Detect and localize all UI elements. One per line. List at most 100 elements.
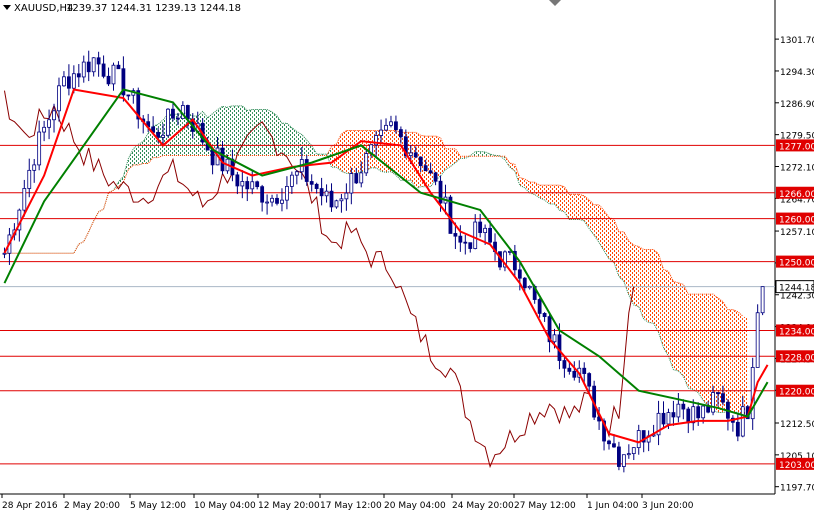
bull-candle (364, 153, 369, 174)
bull-candle (42, 126, 47, 133)
bear-candle (537, 299, 542, 314)
bull-candle (27, 169, 32, 189)
bear-candle (106, 75, 111, 85)
cloud-segment (668, 271, 674, 370)
cloud-segment (425, 136, 431, 187)
bull-candle (334, 200, 339, 208)
bull-candle (91, 57, 96, 73)
cloud-segment (509, 162, 515, 172)
bear-candle (275, 197, 279, 204)
cloud-segment (737, 311, 743, 416)
cloud-segment (727, 309, 733, 412)
bear-candle (394, 121, 398, 130)
cloud-segment (663, 269, 669, 357)
price-chart[interactable]: 1301.701294.301286.901279.501272.101264.… (0, 0, 814, 514)
bear-candle (587, 373, 592, 387)
cloud-segment (599, 204, 605, 251)
bull-candle (270, 197, 274, 203)
bull-candle (166, 108, 170, 136)
bear-candle (354, 173, 359, 184)
bull-candle (339, 198, 344, 202)
current-price-label: 1244.18 (779, 284, 814, 294)
time-tick-label: 20 May 04:00 (384, 501, 446, 511)
cloud-segment (673, 281, 679, 372)
bear-candle (488, 227, 492, 243)
cloud-segment (564, 186, 570, 220)
price-tick-label: 1301.70 (780, 36, 814, 46)
cloud-segment (742, 316, 748, 416)
bear-candle (418, 156, 423, 167)
cloud-segment (257, 109, 263, 156)
bear-candle (423, 165, 428, 172)
bear-candle (210, 149, 215, 166)
bull-candle (527, 285, 532, 289)
bear-candle (681, 403, 686, 410)
bear-candle (617, 446, 621, 467)
price-tick-label: 1212.50 (780, 420, 814, 430)
time-axis: 28 Apr 2016 2 May 20:00 5 May 12:00 10 May … (1, 494, 694, 511)
bear-candle (319, 188, 324, 197)
bear-candle (582, 367, 587, 374)
level-label: 1260.00 (779, 216, 814, 226)
bear-candle (562, 360, 567, 369)
cloud-segment (296, 131, 302, 156)
cloud-segment (93, 211, 99, 221)
bull-candle (344, 192, 349, 200)
cloud-segment (281, 123, 287, 156)
bear-candle (686, 408, 691, 424)
ohlc-label: 1239.37 1244.31 1239.13 1244.18 (66, 3, 241, 14)
cloud-segment (643, 249, 649, 323)
bull-candle (250, 181, 255, 190)
cloud-segment (688, 294, 694, 390)
cloud-segment (554, 185, 560, 211)
cloud-segment (128, 148, 134, 170)
bear-candle (735, 421, 740, 437)
cloud-segment (232, 105, 238, 156)
bear-candle (557, 334, 562, 361)
bull-candle (740, 406, 745, 437)
bear-candle (716, 392, 720, 395)
cloud-segment (609, 217, 614, 263)
bull-candle (265, 201, 269, 204)
bear-candle (468, 242, 473, 249)
chart-window: 1301.70 1294.30 1286.90 1279.50 1272.10 1264.… (0, 0, 814, 514)
time-tick-label: 17 May 12:00 (320, 501, 382, 511)
cloud-segment (227, 105, 233, 156)
time-tick-label: 2 May 20:00 (64, 501, 120, 511)
cloud-segment (633, 245, 639, 307)
cloud-segment (703, 294, 709, 406)
bear-candle (661, 412, 666, 425)
bull-candle (285, 186, 289, 201)
bull-candle (32, 164, 37, 171)
bear-candle (542, 313, 547, 318)
bear-candle (329, 190, 334, 208)
bear-candle (696, 406, 701, 419)
bear-candle (235, 174, 240, 187)
time-tick-label: 24 May 20:00 (452, 501, 514, 511)
cloud-segment (574, 194, 580, 220)
bull-candle (473, 221, 478, 249)
price-tick-label: 1197.70 (780, 484, 814, 494)
bear-candle (185, 105, 190, 120)
price-tick-label: 1272.10 (780, 163, 814, 173)
bear-candle (572, 370, 577, 378)
cloud-segment (559, 185, 565, 212)
bear-candle (171, 108, 175, 119)
bear-candle (126, 94, 131, 97)
cloud-segment (475, 151, 481, 157)
bear-candle (96, 57, 101, 65)
cloud-segment (579, 194, 585, 221)
chikou-span (3, 90, 635, 469)
cloud-segment (242, 105, 248, 156)
bull-candle (384, 124, 388, 131)
bull-candle (389, 121, 393, 126)
bull-candle (631, 447, 636, 455)
bull-candle (483, 227, 488, 234)
level-label: 1203.00 (779, 461, 814, 471)
bear-candle (413, 152, 418, 158)
bull-candle (62, 76, 66, 87)
bear-candle (607, 440, 611, 445)
price-axis: 1301.701294.301286.901279.501272.101264.… (775, 36, 814, 494)
cloud-segment (584, 195, 590, 229)
bull-candle (52, 110, 56, 121)
